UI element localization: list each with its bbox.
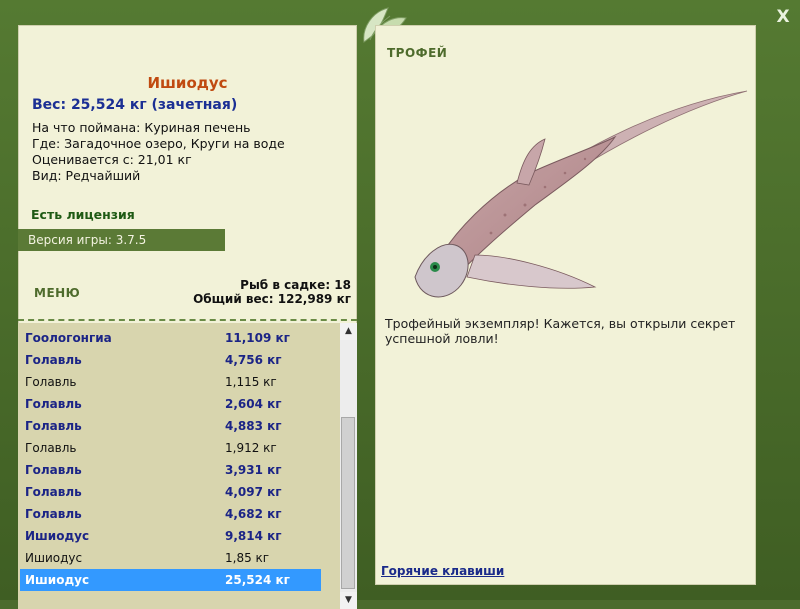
chimaera-fish-image: [414, 90, 748, 298]
fish-list-item[interactable]: Голавль 2,604 кг: [20, 393, 321, 415]
fish-name: Голавль: [25, 463, 82, 477]
fish-name: Голавль: [25, 485, 82, 499]
divider: [18, 319, 357, 321]
close-button[interactable]: X: [772, 6, 794, 28]
fish-name: Голавль: [25, 353, 82, 367]
fish-weight-cell: 4,756 кг: [225, 353, 282, 367]
location-info: Где: Загадочное озеро, Круги на воде: [32, 136, 285, 151]
fish-list-item[interactable]: Голавль 4,682 кг: [20, 503, 321, 525]
fish-name: Ишиодус: [25, 529, 90, 543]
menu-button[interactable]: МЕНЮ: [34, 286, 80, 300]
fish-title: Ишиодус: [147, 74, 228, 92]
fish-name: Голавль: [25, 375, 77, 389]
fish-weight-cell: 4,097 кг: [225, 485, 282, 499]
game-version: Версия игры: 3.7.5: [18, 229, 225, 251]
fish-list[interactable]: Гоологонгиа 11,109 кг Голавль 4,756 кг Голав…: [18, 323, 340, 609]
fish-weight-cell: 4,883 кг: [225, 419, 282, 433]
fish-name: Голавль: [25, 441, 77, 455]
hotkeys-link[interactable]: Горячие клавиши: [381, 564, 504, 578]
catch-info-panel: Ишиодус Вес: 25,524 кг (зачетная) На что…: [18, 25, 357, 609]
fish-list-item[interactable]: Голавль 3,931 кг: [20, 459, 321, 481]
fish-name: Ишиодус: [25, 573, 90, 587]
fish-list-item[interactable]: Голавль 4,097 кг: [20, 481, 321, 503]
fish-weight-cell: 1,85 кг: [225, 551, 270, 565]
fish-name: Голавль: [25, 397, 82, 411]
fish-weight: Вес: 25,524 кг (зачетная): [32, 97, 238, 113]
fish-weight-cell: 2,604 кг: [225, 397, 282, 411]
rarity-info: Вид: Редчайший: [32, 168, 141, 183]
trophy-message: Трофейный экземпляр! Кажется, вы открыли…: [385, 316, 736, 346]
bait-info: На что поймана: Куриная печень: [32, 120, 251, 135]
fish-list-item[interactable]: Голавль 4,756 кг: [20, 349, 321, 371]
fish-list-item[interactable]: Голавль 1,115 кг: [20, 371, 321, 393]
fish-name: Гоологонгиа: [25, 331, 112, 345]
fish-name: Голавль: [25, 507, 82, 521]
fish-weight-cell: 25,524 кг: [225, 573, 290, 587]
fish-count: Рыб в садке: 18: [240, 278, 351, 292]
fish-name: Голавль: [25, 419, 82, 433]
fish-list-item[interactable]: Голавль 4,883 кг: [20, 415, 321, 437]
fish-weight-cell: 1,115 кг: [225, 375, 277, 389]
scroll-down-arrow-icon[interactable]: ▼: [340, 592, 357, 609]
fish-weight-cell: 1,912 кг: [225, 441, 277, 455]
fish-weight-cell: 3,931 кг: [225, 463, 282, 477]
keepnet-stats: Рыб в садке: 18 Общий вес: 122,989 кг: [193, 278, 351, 306]
scroll-thumb[interactable]: [341, 417, 355, 589]
fish-weight-cell: 9,814 кг: [225, 529, 282, 543]
fish-list-item[interactable]: Гоологонгиа 11,109 кг: [20, 327, 321, 349]
fish-list-item[interactable]: Голавль 1,912 кг: [20, 437, 321, 459]
trophy-panel: ТРОФЕЙ Трофейный экземпляр! Кажется, вы …: [375, 25, 756, 585]
fish-list-item[interactable]: Ишиодус 25,524 кг: [20, 569, 321, 591]
list-scrollbar[interactable]: ▲ ▼: [340, 323, 357, 609]
total-weight: Общий вес: 122,989 кг: [193, 292, 351, 306]
fish-name: Ишиодус: [25, 551, 83, 565]
fish-list-item[interactable]: Ишиодус 1,85 кг: [20, 547, 321, 569]
fish-weight-cell: 4,682 кг: [225, 507, 282, 521]
fish-weight-cell: 11,109 кг: [225, 331, 290, 345]
fish-list-item[interactable]: Ишиодус 9,814 кг: [20, 525, 321, 547]
license-status: Есть лицензия: [31, 207, 135, 222]
price-info: Оценивается с: 21,01 кг: [32, 152, 192, 167]
scroll-up-arrow-icon[interactable]: ▲: [340, 323, 357, 340]
